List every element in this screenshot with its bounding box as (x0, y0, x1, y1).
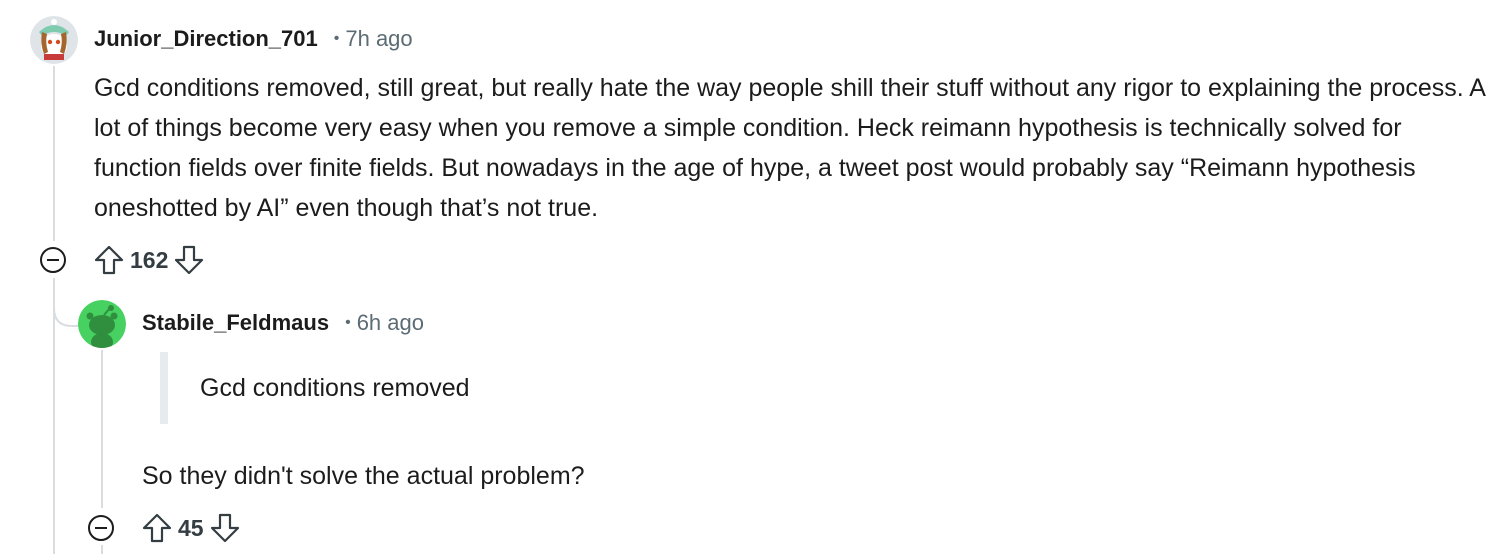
vote-score: 162 (130, 246, 169, 273)
thread-line-reply (101, 350, 103, 508)
comment-body: Gcd conditions removed, still great, but… (94, 74, 1485, 222)
collapse-button[interactable] (88, 515, 114, 541)
timestamp[interactable]: 6h ago (357, 310, 424, 336)
meta-separator: • (345, 314, 351, 331)
downvote-arrow-icon[interactable] (208, 511, 242, 545)
upvote-arrow-icon[interactable] (140, 511, 174, 545)
avatar[interactable] (78, 300, 126, 348)
vote-bar: 162 (92, 240, 206, 280)
upvote-arrow-icon[interactable] (92, 243, 126, 277)
collapse-button[interactable] (40, 247, 66, 273)
comment-body: So they didn't solve the actual problem? (142, 462, 585, 490)
downvote-arrow-icon[interactable] (172, 243, 206, 277)
collapse-minus-icon (47, 259, 59, 261)
username[interactable]: Stabile_Feldmaus (142, 310, 329, 336)
snoo-avatar-icon (78, 300, 126, 348)
username[interactable]: Junior_Direction_701 (94, 26, 318, 52)
meta-separator: • (333, 30, 340, 47)
vote-score: 45 (178, 514, 204, 541)
blockquote-text: Gcd conditions removed (200, 374, 470, 402)
vote-bar: 45 (140, 508, 242, 548)
comment-meta: Junior_Direction_701 • 7h ago (94, 26, 413, 52)
snoo-avatar-icon (30, 16, 78, 64)
collapse-minus-icon (95, 527, 107, 529)
timestamp[interactable]: 7h ago (345, 26, 412, 52)
blockquote-bar (160, 352, 168, 424)
comment-meta: Stabile_Feldmaus • 6h ago (142, 310, 424, 336)
thread-line-reply-tail (101, 545, 103, 554)
thread-line-top (53, 66, 55, 241)
avatar[interactable] (30, 16, 78, 64)
